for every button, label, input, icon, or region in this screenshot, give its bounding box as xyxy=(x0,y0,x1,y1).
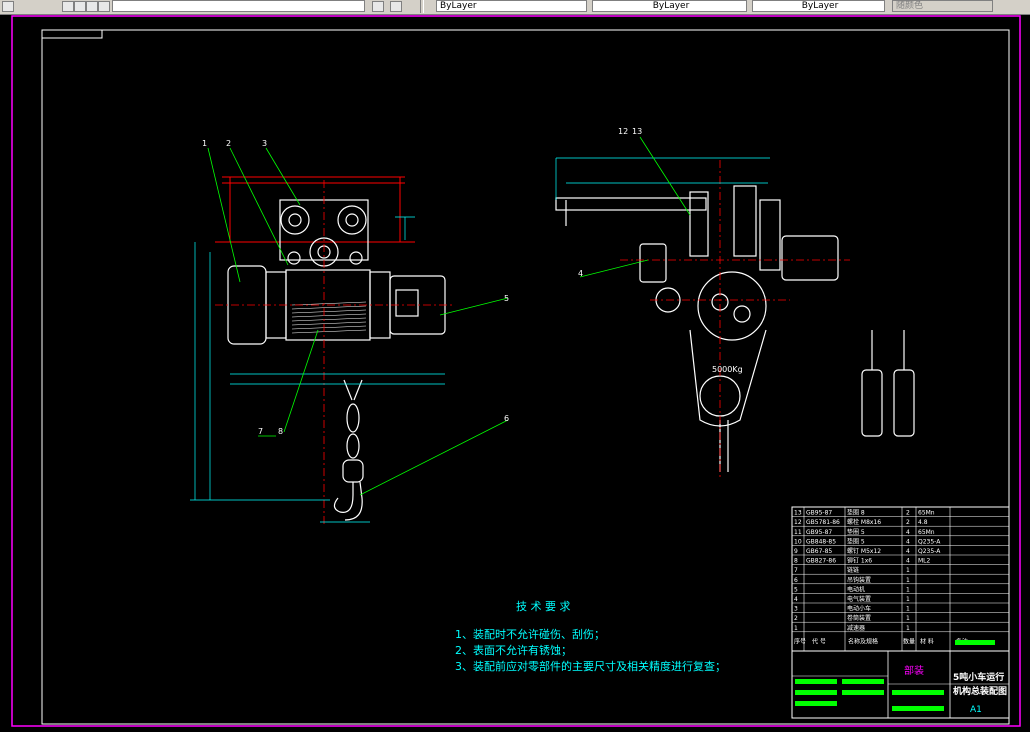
bom-cell-qty: 1 xyxy=(906,615,910,622)
bom-cell-qty: 2 xyxy=(906,510,910,517)
balloon-13: 13 xyxy=(632,127,642,136)
balloon-7: 7 xyxy=(258,427,263,436)
bom-cell-name: 垫圈 5 xyxy=(847,537,865,545)
drawing-title-line2: 机构总装配图 xyxy=(953,685,1007,697)
layer-previous-icon[interactable] xyxy=(390,1,402,12)
drawing-title-line1: 5吨小车运行 xyxy=(953,671,1004,683)
bom-cell-std: GB827-86 xyxy=(806,558,836,565)
bom-cell-mat: 4.8 xyxy=(918,519,928,526)
assembly-label: 部装 xyxy=(904,664,924,677)
balloon-4: 4 xyxy=(578,269,583,278)
bom-cell-qty: 4 xyxy=(906,558,910,565)
bom-cell-no: 1 xyxy=(794,625,798,632)
bom-cell-name: 垫圈 8 xyxy=(847,509,865,517)
bom-cell-name: 链链 xyxy=(847,566,859,574)
bom-cell-no: 12 xyxy=(794,519,802,526)
bom-cell-no: 5 xyxy=(794,586,798,593)
bom-cell-mat: Q235-A xyxy=(918,538,941,545)
front-view: 1 2 3 5 6 7 8 xyxy=(190,139,509,525)
technical-requirements: 技 术 要 求 1、装配时不允许碰伤、刮伤； 2、表面不允许有锈蚀； 3、装配前… xyxy=(455,600,726,673)
tech-title: 技 术 要 求 xyxy=(516,600,571,613)
bom-cell-qty: 1 xyxy=(906,625,910,632)
bom-cell-no: 6 xyxy=(794,577,798,584)
balloon-2: 2 xyxy=(226,139,231,148)
color-icon[interactable] xyxy=(98,1,110,12)
balloon-12: 12 xyxy=(618,127,628,136)
linetype-dropdown[interactable]: ByLayer xyxy=(436,0,587,12)
bom-cell-no: 2 xyxy=(794,615,798,622)
sheet-size: A1 xyxy=(970,705,982,715)
bom-cell-name: 卷筒装置 xyxy=(847,614,871,622)
bom-cell-mat: 65Mn xyxy=(918,510,935,517)
bom-header-no: 序号 xyxy=(794,637,806,645)
bom-cell-no: 8 xyxy=(794,558,798,565)
bom-cell-std: GB95-87 xyxy=(806,529,832,536)
bom-cell-qty: 1 xyxy=(906,586,910,593)
tech-note-1: 1、装配时不允许碰伤、刮伤； xyxy=(455,627,605,641)
bom-cell-name: 螺栓 M8x16 xyxy=(847,518,881,526)
bom-cell-qty: 1 xyxy=(906,596,910,603)
layer-state-icon[interactable] xyxy=(62,1,74,12)
bom-cell-no: 13 xyxy=(794,510,802,517)
bom-cell-qty: 2 xyxy=(906,519,910,526)
layer-icon[interactable] xyxy=(2,1,14,12)
bom-cell-name: 铆钉 1x6 xyxy=(847,557,872,565)
bom-cell-name: 减速器 xyxy=(847,624,865,632)
bom-header-qty: 数量 xyxy=(903,637,915,645)
bom-cell-no: 7 xyxy=(794,567,798,574)
bom-cell-std: GB95-87 xyxy=(806,510,832,517)
load-capacity-label: 5000Kg xyxy=(712,365,743,374)
bom-cell-no: 3 xyxy=(794,606,798,613)
side-view: 5000Kg 12 13 4 xyxy=(555,127,915,480)
properties-toolbar: ByLayer ByLayer ByLayer 随颜色 xyxy=(0,0,1030,15)
bom-cell-qty: 4 xyxy=(906,548,910,555)
bom-cell-name: 垫圈 5 xyxy=(847,528,865,536)
title-block: 部装 5吨小车运行 机构总装配图 A1 xyxy=(791,640,1010,719)
balloon-3: 3 xyxy=(262,139,267,148)
bom-cell-std: GB848-85 xyxy=(806,538,836,545)
bom-cell-qty: 1 xyxy=(906,567,910,574)
bom-cell-qty: 1 xyxy=(906,577,910,584)
lock-icon[interactable] xyxy=(86,1,98,12)
bom-header-code: 代 号 xyxy=(812,637,826,645)
bom-cell-name: 电气装置 xyxy=(847,595,871,603)
bom-cell-name: 电动小车 xyxy=(847,605,871,613)
bom-cell-qty: 1 xyxy=(906,606,910,613)
lineweight-select[interactable]: ByLayer xyxy=(752,0,885,12)
balloon-6: 6 xyxy=(504,414,509,423)
linetype-select[interactable]: ByLayer xyxy=(592,0,747,12)
bom-cell-no: 10 xyxy=(794,538,802,545)
balloon-5: 5 xyxy=(504,294,509,303)
tech-note-2: 2、表面不允许有锈蚀； xyxy=(455,643,572,657)
bom-cell-name: 螺钉 M5x12 xyxy=(847,547,881,555)
balloon-1: 1 xyxy=(202,139,207,148)
bom-cell-no: 9 xyxy=(794,548,798,555)
bom-cell-name: 电动机 xyxy=(847,585,865,593)
layer-dropdown[interactable] xyxy=(112,0,365,12)
freeze-icon[interactable] xyxy=(74,1,86,12)
tech-note-3: 3、装配前应对零部件的主要尺寸及相关精度进行复查； xyxy=(455,659,726,673)
balloon-8: 8 xyxy=(278,427,283,436)
bom-cell-mat: 65Mn xyxy=(918,529,935,536)
bom-header-mat: 材 料 xyxy=(920,637,934,645)
bom-header-name: 名称及规格 xyxy=(848,637,878,645)
make-current-icon[interactable] xyxy=(372,1,384,12)
bom-cell-name: 吊钩装置 xyxy=(847,576,871,584)
drawing-canvas[interactable]: 1 2 3 5 6 7 8 5000Kg 12 13 4 技 术 要 求 1、装… xyxy=(0,14,1030,728)
plotstyle-select[interactable]: 随颜色 xyxy=(892,0,993,12)
bom-cell-std: GB67-85 xyxy=(806,548,832,555)
bom-cell-qty: 4 xyxy=(906,529,910,536)
bom-cell-qty: 4 xyxy=(906,538,910,545)
bom-cell-no: 4 xyxy=(794,596,798,603)
bom-table: 13 GB95-87 垫圈 8 2 65Mn12 GB5781-86 螺栓 M8x16 2 4.… xyxy=(791,506,1010,652)
bom-cell-std: GB5781-86 xyxy=(806,519,840,526)
bom-cell-mat: Q235-A xyxy=(918,548,941,555)
bom-cell-mat: ML2 xyxy=(918,558,931,565)
bom-cell-no: 11 xyxy=(794,529,802,536)
